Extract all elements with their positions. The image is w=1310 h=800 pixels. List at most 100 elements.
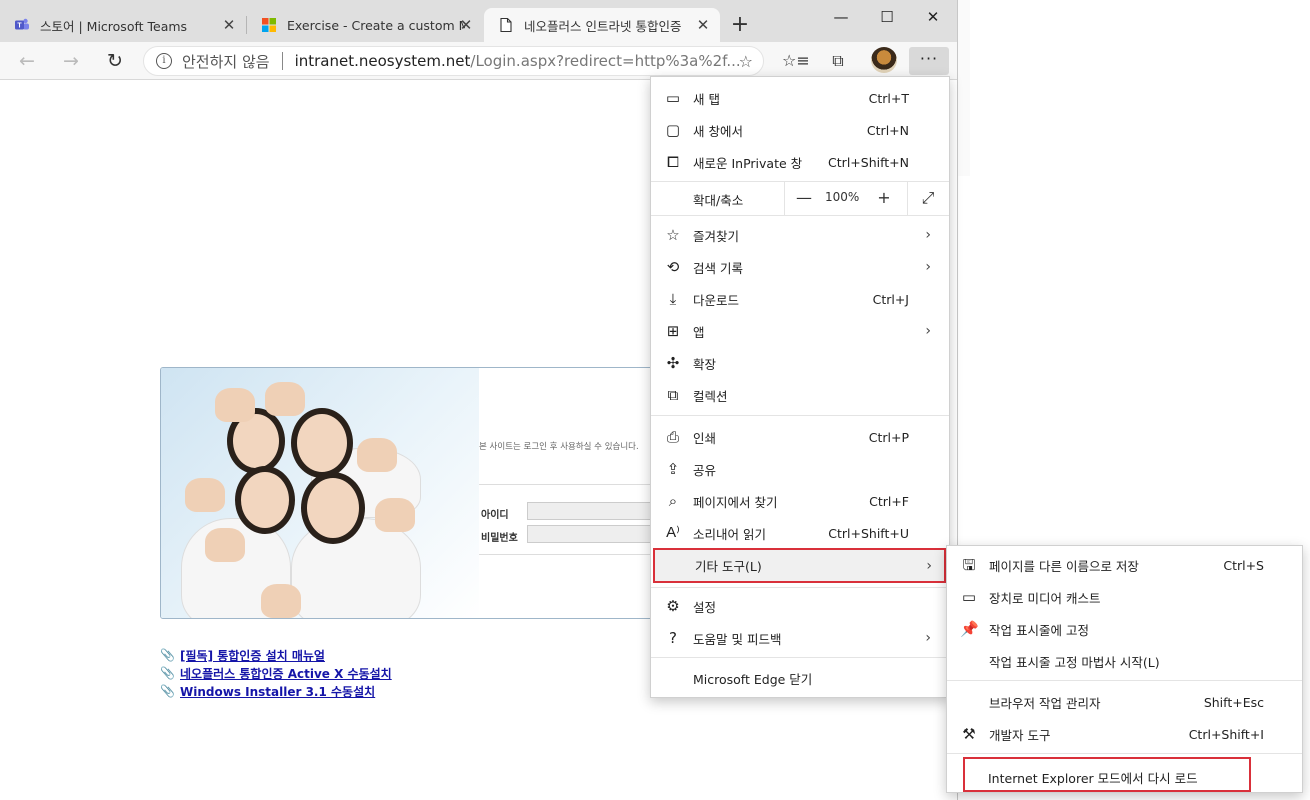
windows-installer-link[interactable]: Windows Installer 3.1 수동설치 [180,683,375,700]
collections-icon: ⧉ [667,386,679,404]
security-status[interactable]: 안전하지 않음 [182,51,270,72]
menu-item-label: 작업 표시줄 고정 마법사 시작(L) [989,654,1160,670]
menu-item-label: 새 창에서 [693,123,743,139]
submenu-item-task-manager[interactable]: 브라우저 작업 관리자 Shift+Esc [947,686,1302,718]
menu-divider [651,215,949,216]
menu-item-label: 앱 [693,324,705,340]
submenu-item-ie-mode-reload[interactable]: Internet Explorer 모드에서 다시 로드 [963,757,1251,792]
menu-item-label: 설정 [693,599,717,615]
menu-item-label: 페이지를 다른 이름으로 저장 [989,558,1139,574]
submenu-item-save-page[interactable]: 🖫 페이지를 다른 이름으로 저장 Ctrl+S [947,549,1302,581]
minus-icon: — [796,188,812,207]
photo-face [235,466,295,534]
fullscreen-icon: ⤢ [921,188,935,207]
photo-hand [185,478,225,512]
menu-item-more-tools[interactable]: 기타 도구(L) › [653,548,946,583]
tab-active-intranet[interactable]: 네오플러스 인트라넷 통합인증 ✕ [484,8,720,42]
photo-hand [261,584,301,618]
tab-title: Exercise - Create a custom Micro [287,17,465,33]
minimize-button[interactable]: — [818,4,864,32]
favorites-icon[interactable]: ☆≡ [782,51,810,73]
close-icon[interactable]: ✕ [457,16,475,34]
shortcut: Ctrl+Shift+I [1188,726,1264,742]
submenu-item-pin-wizard[interactable]: 작업 표시줄 고정 마법사 시작(L) [947,645,1302,677]
fullscreen-button[interactable]: ⤢ [908,181,948,215]
menu-item-inprivate[interactable]: ⧠ 새로운 InPrivate 창 Ctrl+Shift+N [651,146,949,178]
tab-exercise[interactable]: Exercise - Create a custom Micro ✕ [247,8,483,42]
menu-item-read-aloud[interactable]: A⁾ 소리내어 읽기 Ctrl+Shift+U [651,517,949,549]
add-favorite-icon[interactable]: ☆ [739,52,753,71]
menu-item-share[interactable]: ⇪ 공유 [651,453,949,485]
menu-item-label: Internet Explorer 모드에서 다시 로드 [988,771,1198,786]
download-links: 📎 [필독] 통합인증 설치 매뉴얼 📎 네오플러스 통합인증 Active X… [160,646,392,700]
login-box: 본 사이트는 로그인 후 사용하실 수 있습니다. 아이디 비밀번호 [160,367,670,619]
menu-item-help[interactable]: ? 도움말 및 피드백 › [651,622,949,654]
zoom-out-button[interactable]: — [784,181,824,215]
maximize-button[interactable]: ☐ [864,4,910,32]
shortcut: Ctrl+F [869,493,909,509]
menu-item-collections[interactable]: ⧉ 컬렉션 [651,379,949,411]
submenu-item-cast[interactable]: ▭ 장치로 미디어 캐스트 [947,581,1302,613]
forward-button[interactable]: → [56,47,86,75]
pin-icon: 📌 [960,620,979,638]
collections-icon[interactable]: ⧉ [826,51,850,73]
close-icon[interactable]: ✕ [220,16,238,34]
shortcut: Ctrl+Shift+U [828,525,909,541]
help-icon: ? [669,629,677,647]
menu-item-new-tab[interactable]: ▭ 새 탭 Ctrl+T [651,82,949,114]
close-window-button[interactable]: ✕ [910,4,956,32]
menu-item-favorites[interactable]: ☆ 즐겨찾기 › [651,219,949,251]
chevron-right-icon: › [926,557,932,574]
manual-link[interactable]: [필독] 통합인증 설치 매뉴얼 [180,647,325,664]
teams-icon: T [15,18,29,30]
close-icon[interactable]: ✕ [694,16,712,34]
tab-strip: T 스토어 | Microsoft Teams ✕ Exercise - Cre… [0,0,957,42]
photo-face [291,408,353,478]
menu-item-label: 공유 [693,462,717,478]
chevron-right-icon: › [925,259,931,275]
menu-item-extensions[interactable]: ✣ 확장 [651,347,949,379]
inprivate-icon: ⧠ [666,153,679,171]
url-host[interactable]: intranet.neosystem.net [295,52,471,70]
refresh-icon: ↻ [107,50,123,72]
profile-avatar[interactable] [871,47,897,73]
menu-item-close-edge[interactable]: Microsoft Edge 닫기 [651,662,949,694]
menu-divider [651,657,949,658]
menu-item-label: 도움말 및 피드백 [693,631,782,647]
settings-more-button[interactable]: ··· [909,47,949,75]
menu-item-label: 새 탭 [693,91,720,107]
login-form: 본 사이트는 로그인 후 사용하실 수 있습니다. 아이디 비밀번호 [479,368,669,618]
menu-item-find[interactable]: ⌕ 페이지에서 찾기 Ctrl+F [651,485,949,517]
info-icon[interactable]: i [156,53,172,69]
password-label: 비밀번호 [481,533,518,544]
back-button[interactable]: ← [12,47,42,75]
password-input[interactable] [527,525,669,543]
login-photo [161,368,481,618]
shortcut: Ctrl+P [868,429,909,445]
tab-teams-store[interactable]: T 스토어 | Microsoft Teams ✕ [0,8,246,42]
id-input[interactable] [527,502,669,520]
address-bar[interactable]: i 안전하지 않음 intranet.neosystem.net /Login.… [143,46,764,76]
menu-item-settings[interactable]: ⚙ 설정 [651,590,949,622]
menu-item-print[interactable]: ⎙ 인쇄 Ctrl+P [651,421,949,453]
tab-title: 네오플러스 인트라넷 통합인증 [524,18,682,34]
menu-item-apps[interactable]: ⊞ 앱 › [651,315,949,347]
menu-item-label: 브라우저 작업 관리자 [989,695,1101,711]
submenu-item-devtools[interactable]: ⚒ 개발자 도구 Ctrl+Shift+I [947,718,1302,750]
submenu-item-pin-taskbar[interactable]: 📌 작업 표시줄에 고정 [947,613,1302,645]
menu-item-history[interactable]: ⟲ 검색 기록 › [651,251,949,283]
zoom-in-button[interactable]: + [864,181,904,215]
menu-item-label: Microsoft Edge 닫기 [693,671,813,687]
menu-item-label: 다운로드 [693,292,740,308]
new-tab-button[interactable]: + [726,12,754,40]
menu-item-downloads[interactable]: ⤓ 다운로드 Ctrl+J [651,283,949,315]
refresh-button[interactable]: ↻ [100,47,130,75]
photo-hand [357,438,397,472]
menu-divider [651,415,949,416]
url-path[interactable]: /Login.aspx?redirect=http%3a%2f... [470,52,740,70]
menu-item-new-window[interactable]: ▢ 새 창에서 Ctrl+N [651,114,949,146]
menu-item-label: 개발자 도구 [989,727,1051,743]
menu-item-label: 작업 표시줄에 고정 [989,622,1089,638]
settings-icon: ⚙ [666,597,680,615]
activex-install-link[interactable]: 네오플러스 통합인증 Active X 수동설치 [180,665,392,682]
